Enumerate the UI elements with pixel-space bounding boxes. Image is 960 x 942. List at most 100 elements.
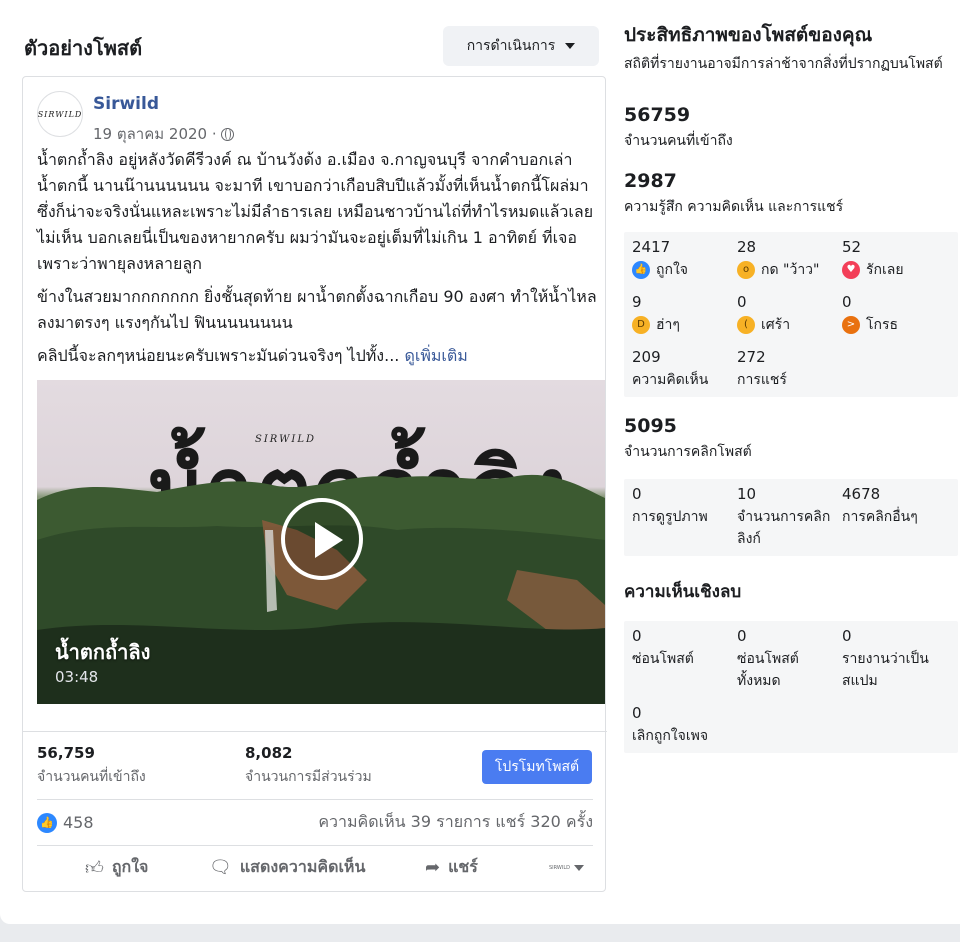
clicks-metric-value: 5095 [624,415,677,437]
audience-tag: SIRWILD [549,864,570,871]
reaction-label: ถูกใจ [656,262,688,278]
post-date[interactable]: 19 ตุลาคม 2020 · [93,122,217,146]
share-label: แชร์ [448,857,478,876]
reaction-sad: 0 ( เศร้า [737,293,842,336]
avatar-logo-text: SIRWILD [37,109,83,119]
play-button[interactable] [281,498,363,580]
hide-post: 0 ซ่อนโพสต์ [632,627,737,692]
reaction-value: 28 [737,238,757,256]
promote-post-button[interactable]: โปรโมทโพสต์ [482,750,592,784]
report-spam-label: รายงานว่าเป็นสแปม [842,651,929,689]
reaction-value: 2417 [632,238,671,256]
photo-views: 0 การดูรูปภาพ [632,485,737,550]
comment-button[interactable]: 🗨︎ แสดงความคิดเห็น [209,855,365,880]
actions-dropdown-button[interactable]: การดำเนินการ [443,26,599,66]
avatar[interactable]: SIRWILD [37,91,83,137]
audience-selector[interactable]: SIRWILD [549,864,584,871]
angry-reaction-icon: > [842,316,860,334]
post-meta: 19 ตุลาคม 2020 · [93,122,234,146]
reactions-breakdown: 2417 👍 ถูกใจ 28 o กด "ว้าว" 52 ♥ รักเลย 9 D… [624,232,958,397]
haha-reaction-icon: D [632,316,650,334]
post-paragraph: คลิปนี้จะลกๆหน่อยนะครับเพราะมันด่วนจริงๆ… [37,346,468,365]
hide-post-label: ซ่อนโพสต์ [632,651,694,667]
reaction-like: 2417 👍 ถูกใจ [632,238,737,281]
reaction-value: 0 [737,293,747,311]
post-paragraph: ข้างในสวยมากกกกกกก ยิ่งชั้นสุดท้าย ผาน้ำ… [37,287,597,332]
reaction-love: 52 ♥ รักเลย [842,238,947,281]
engagement-label: จำนวนการมีส่วนร่วม [245,769,372,785]
hide-post-value: 0 [632,627,642,645]
link-clicks: 10 จำนวนการคลิกลิงก์ [737,485,842,550]
hide-all-posts: 0 ซ่อนโพสต์ทั้งหมด [737,627,842,692]
negative-feedback-breakdown: 0 ซ่อนโพสต์ 0 ซ่อนโพสต์ทั้งหมด 0 รายงานว… [624,621,958,753]
like-reaction-icon: 👍 [632,261,650,279]
caret-down-icon [573,864,584,871]
like-summary[interactable]: 👍 458 [37,812,94,833]
sad-reaction-icon: ( [737,316,755,334]
reaction-angry: 0 > โกรธ [842,293,947,336]
shares-count: 272 การแชร์ [737,348,842,391]
reaction-label: กด "ว้าว" [761,262,820,278]
thumbs-up-icon: 👍︎ [85,857,104,879]
post-insights: ประสิทธิภาพของโพสต์ของคุณ สถิติที่รายงาน… [624,20,958,753]
reach-metric: 56759 จำนวนคนที่เข้าถึง [624,104,958,152]
photo-views-label: การดูรูปภาพ [632,509,708,525]
negative-feedback-heading: ความเห็นเชิงลบ [624,582,742,602]
share-button[interactable]: ➦ แชร์ [425,855,478,880]
comment-share-count[interactable]: ความคิดเห็น 39 รายการ แชร์ 320 ครั้ง [318,810,593,835]
reach-stat: 56,759 จำนวนคนที่เข้าถึง [37,744,146,788]
engagement-stat: 8,082 จำนวนการมีส่วนร่วม [245,744,372,788]
shares-label: การแชร์ [737,372,787,388]
comments-value: 209 [632,348,661,366]
comments-label: ความคิดเห็น [632,372,709,388]
like-button[interactable]: 👍︎ ถูกใจ [85,855,148,880]
video-duration: 03:48 [55,668,99,686]
unlike-page-label: เลิกถูกใจเพจ [632,728,709,744]
engagement-metric-value: 2987 [624,170,677,192]
comment-label: แสดงความคิดเห็น [239,857,366,876]
post-action-bar: 👍︎ ถูกใจ 🗨︎ แสดงความคิดเห็น ➦ แชร์ SIRWI… [37,845,593,889]
reach-metric-value: 56759 [624,104,691,126]
hide-all-label: ซ่อนโพสต์ทั้งหมด [737,651,799,689]
other-clicks-value: 4678 [842,485,881,503]
shares-value: 272 [737,348,766,366]
reach-metric-label: จำนวนคนที่เข้าถึง [624,133,733,149]
comment-bubble-icon: 🗨︎ [209,857,232,878]
page-name-link[interactable]: Sirwild [93,94,159,114]
actions-label: การดำเนินการ [466,38,556,54]
reach-label: จำนวนคนที่เข้าถึง [37,769,146,785]
report-spam: 0 รายงานว่าเป็นสแปม [842,627,947,692]
clicks-breakdown: 0 การดูรูปภาพ 10 จำนวนการคลิกลิงก์ 4678 … [624,479,958,556]
love-reaction-icon: ♥ [842,261,860,279]
insights-title: ประสิทธิภาพของโพสต์ของคุณ [624,24,873,46]
video-title: น้ำตกถ้ำลิง [55,640,151,664]
reach-value: 56,759 [37,744,95,762]
post-paragraph: น้ำตกถ้ำลิง อยู่หลังวัดคีรีวงค์ ณ บ้านวั… [37,150,594,273]
like-badge-icon: 👍 [37,812,57,833]
globe-icon[interactable] [220,127,234,141]
reaction-value: 52 [842,238,862,256]
reaction-label: โกรธ [866,317,899,333]
video-player[interactable]: น้ำตกถ้ำลิง SIRWILD น้ำตกถ้ำลิง 03:48 [37,380,605,704]
insights-subtitle: สถิติที่รายงานอาจมีการล่าช้าจากสิ่งที่ปร… [624,56,943,72]
clicks-metric-label: จำนวนการคลิกโพสต์ [624,444,752,460]
reaction-value: 9 [632,293,642,311]
photo-views-value: 0 [632,485,642,503]
see-more-link[interactable]: ดูเพิ่มเติม [404,346,467,365]
clicks-metric: 5095 จำนวนการคลิกโพสต์ [624,415,958,463]
share-arrow-icon: ➦ [425,857,441,878]
reaction-wow: 28 o กด "ว้าว" [737,238,842,281]
caret-down-icon [565,43,576,49]
wow-reaction-icon: o [737,261,755,279]
reaction-haha: 9 D ฮ่าๆ [632,293,737,336]
post-card: SIRWILD Sirwild 19 ตุลาคม 2020 · น้ำตกถ้… [22,76,607,892]
like-label: ถูกใจ [111,857,149,876]
reaction-value: 0 [842,293,852,311]
reaction-label: เศร้า [761,317,791,333]
report-spam-value: 0 [842,627,852,645]
post-text: น้ำตกถ้ำลิง อยู่หลังวัดคีรีวงค์ ณ บ้านวั… [37,147,597,376]
engagement-value: 8,082 [245,744,293,762]
post-preview-panel: ตัวอย่างโพสต์ การดำเนินการ SIRWILD Sirwi… [0,0,960,924]
link-clicks-value: 10 [737,485,757,503]
hide-all-value: 0 [737,627,747,645]
